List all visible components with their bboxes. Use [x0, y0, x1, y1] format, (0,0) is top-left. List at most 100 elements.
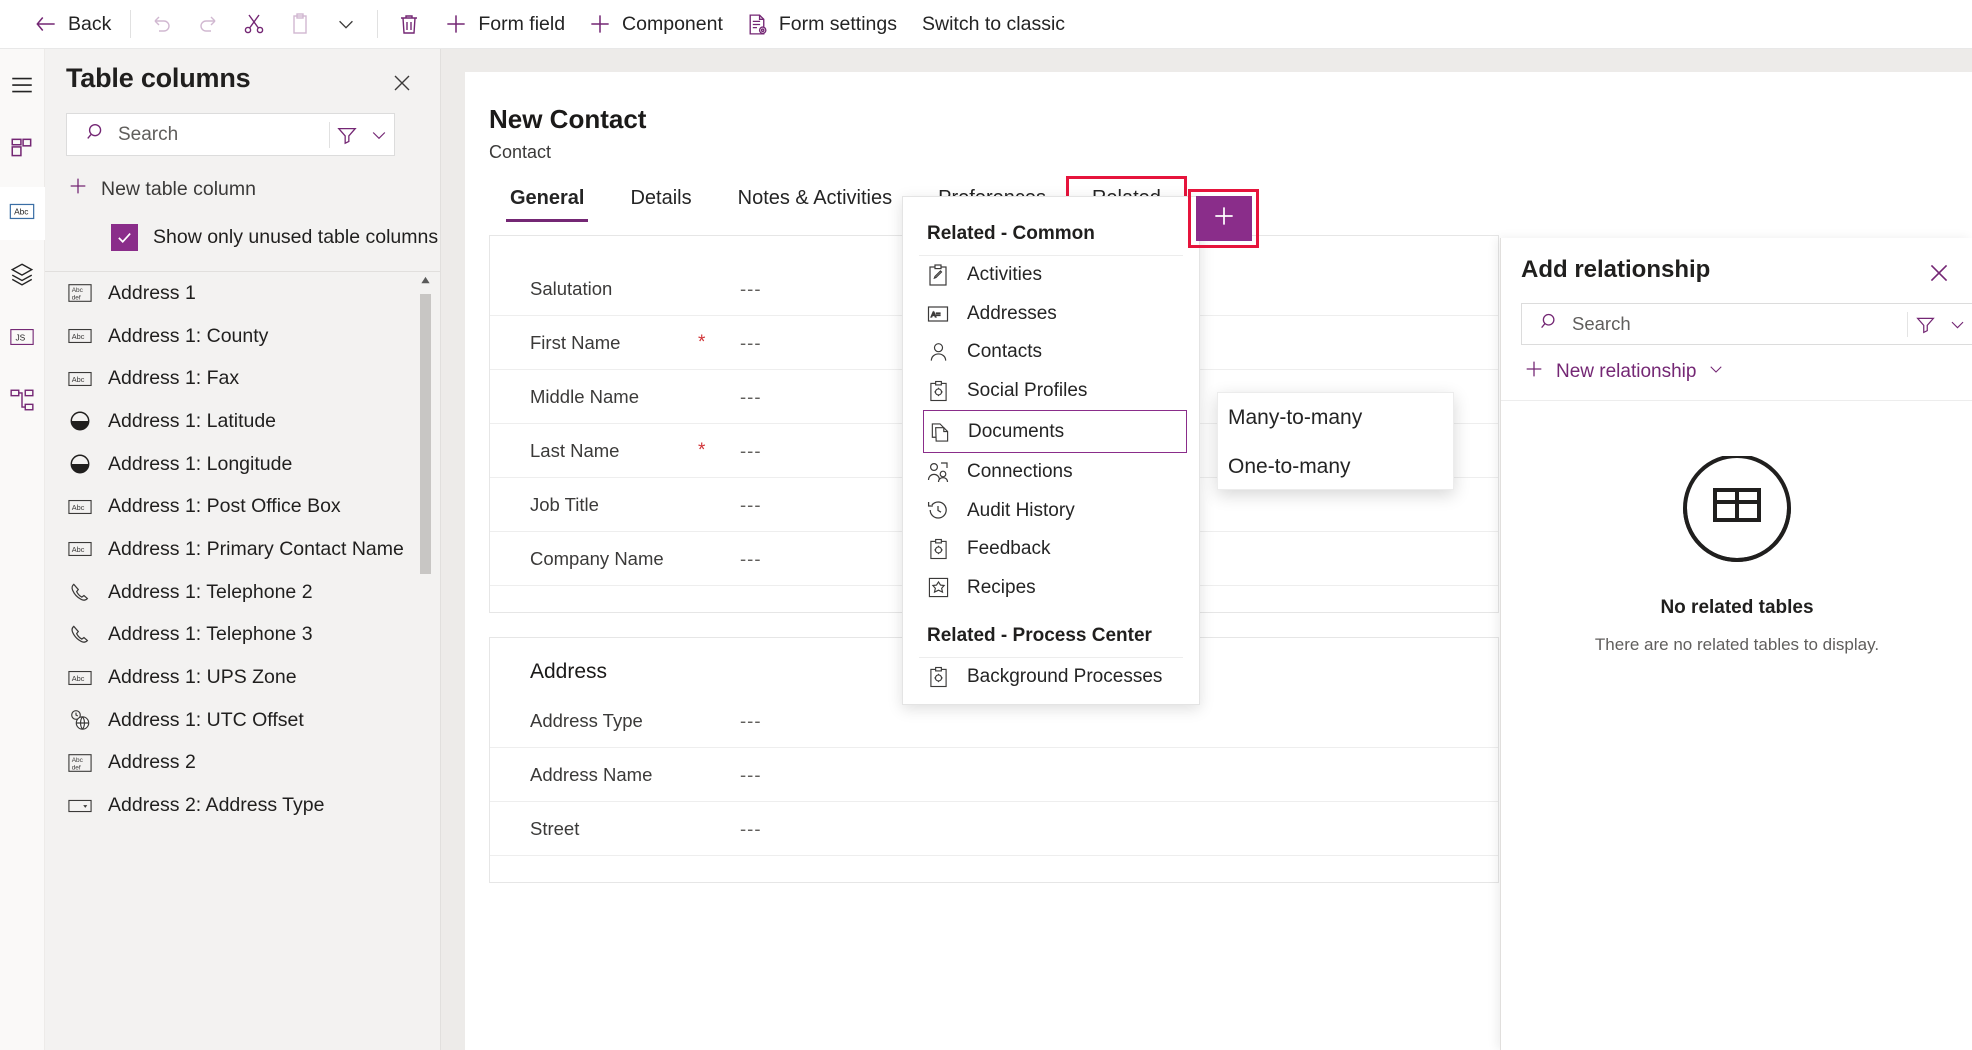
- filter-icon[interactable]: [330, 124, 364, 146]
- filter-icon[interactable]: [1908, 314, 1942, 335]
- related-menu-item-documents[interactable]: Documents: [923, 410, 1187, 453]
- form-field-button[interactable]: Form field: [432, 4, 576, 44]
- related-menu-item-label: Feedback: [967, 538, 1051, 560]
- related-menu-item-label: Connections: [967, 461, 1073, 483]
- table-column-row[interactable]: Address 1: UTC Offset: [45, 699, 441, 742]
- rail-item-layers[interactable]: [0, 250, 45, 303]
- form-field-row[interactable]: Address Name ---: [490, 748, 1498, 802]
- table-column-row[interactable]: Address 1: Telephone 3: [45, 614, 441, 657]
- table-column-label: Address 1: Telephone 3: [108, 623, 313, 646]
- recipe-icon: [927, 577, 949, 598]
- form-settings-icon: [745, 12, 770, 37]
- rail-item-table-columns[interactable]: Abc: [0, 187, 45, 240]
- caret-up-icon[interactable]: [417, 272, 434, 289]
- rail-item-tree-view[interactable]: [0, 376, 45, 429]
- table-column-row[interactable]: Abc Address 1: UPS Zone: [45, 656, 441, 699]
- new-table-column-button[interactable]: New table column: [67, 175, 256, 203]
- undo-button[interactable]: [139, 4, 185, 44]
- table-column-row[interactable]: Address 1: Latitude: [45, 400, 441, 443]
- plus-icon: [1523, 358, 1545, 386]
- table-columns-scrollbar[interactable]: [417, 272, 434, 612]
- form-field-label: Company Name: [530, 547, 664, 569]
- relationship-search[interactable]: Search: [1521, 303, 1972, 345]
- table-column-label: Address 1: [108, 281, 196, 304]
- multiline-text-icon: Abc def: [67, 753, 93, 773]
- related-menu-item-background-processes[interactable]: Background Processes: [903, 658, 1199, 697]
- table-columns-list[interactable]: Abc def Address 1 Abc Address 1: County Abc Ad…: [45, 272, 441, 1050]
- paste-button[interactable]: [277, 4, 323, 44]
- svg-text:def: def: [72, 764, 81, 771]
- related-menu-item-recipes[interactable]: Recipes: [903, 569, 1199, 608]
- table-column-row[interactable]: Address 1: Telephone 2: [45, 571, 441, 614]
- rail-item-components[interactable]: [0, 124, 45, 177]
- related-menu-item-addresses[interactable]: A= Addresses: [903, 295, 1199, 334]
- text-icon: Abc: [67, 670, 93, 686]
- redo-button[interactable]: [185, 4, 231, 44]
- table-column-row[interactable]: Abc Address 1: Post Office Box: [45, 485, 441, 528]
- svg-text:Abc: Abc: [14, 207, 28, 217]
- chevron-down-icon[interactable]: [364, 125, 394, 145]
- chevron-down-icon[interactable]: [1942, 315, 1972, 334]
- table-column-row[interactable]: Address 1: Longitude: [45, 443, 441, 486]
- form-field-row[interactable]: Street ---: [490, 802, 1498, 856]
- show-unused-checkbox[interactable]: Show only unused table columns: [111, 224, 438, 251]
- relationship-type-many-to-many[interactable]: Many-to-many: [1218, 393, 1453, 442]
- form-field-value: ---: [740, 763, 762, 785]
- undo-icon: [150, 12, 174, 36]
- tab-notes-activities[interactable]: Notes & Activities: [715, 179, 916, 222]
- table-column-row[interactable]: Abc Address 1: Primary Contact Name: [45, 528, 441, 571]
- plus-icon: [67, 175, 89, 203]
- relationship-type-one-to-many[interactable]: One-to-many: [1218, 442, 1453, 491]
- rail-item-javascript[interactable]: JS: [0, 313, 45, 366]
- table-column-row[interactable]: Address 2: Address Type: [45, 784, 441, 827]
- related-menu-item-social-profiles[interactable]: Social Profiles: [903, 372, 1199, 411]
- related-menu-item-contacts[interactable]: Contacts: [903, 333, 1199, 372]
- close-relationship-panel-button[interactable]: [1922, 258, 1956, 292]
- scrollbar-thumb[interactable]: [420, 294, 431, 574]
- form-field-label: Street: [530, 817, 580, 839]
- component-button[interactable]: Component: [576, 4, 734, 44]
- table-column-row[interactable]: Abc Address 1: Fax: [45, 357, 441, 400]
- related-menu-item-label: Activities: [967, 264, 1042, 286]
- new-relationship-button[interactable]: New relationship: [1523, 358, 1725, 386]
- table-column-label: Address 1: UPS Zone: [108, 666, 297, 689]
- related-common-header: Related - Common: [927, 223, 1095, 244]
- svg-text:Abc: Abc: [72, 546, 85, 555]
- switch-to-classic-button[interactable]: Switch to classic: [908, 4, 1079, 44]
- person-icon: [927, 341, 949, 363]
- people-icon: [927, 461, 949, 483]
- hamburger-menu-icon: [9, 72, 35, 103]
- related-menu-item-feedback[interactable]: Feedback: [903, 530, 1199, 569]
- back-button[interactable]: Back: [22, 4, 122, 44]
- form-field-value: ---: [740, 277, 762, 299]
- form-field-label: Job Title: [530, 493, 599, 515]
- table-column-row[interactable]: Abc def Address 1: [45, 272, 441, 315]
- svg-text:def: def: [72, 295, 81, 302]
- related-menu-item-label: Social Profiles: [967, 379, 1088, 401]
- table-column-row[interactable]: Abc Address 1: County: [45, 315, 441, 358]
- cut-button[interactable]: [231, 4, 277, 44]
- related-menu-item-connections[interactable]: Connections: [903, 453, 1199, 492]
- tab-details[interactable]: Details: [607, 179, 714, 222]
- related-menu-item-activities[interactable]: Activities: [903, 256, 1199, 295]
- close-icon: [1926, 260, 1952, 291]
- address-card-icon: A=: [927, 305, 949, 323]
- tab-general[interactable]: General: [487, 179, 607, 222]
- table-column-row[interactable]: Abc def Address 2: [45, 742, 441, 785]
- related-menu-item-audit-history[interactable]: Audit History: [903, 492, 1199, 531]
- related-menu-item-label: Contacts: [967, 341, 1042, 363]
- related-process-center-items: Background Processes: [903, 658, 1199, 697]
- related-menu-item-label: Background Processes: [967, 666, 1163, 688]
- delete-button[interactable]: [386, 4, 432, 44]
- table-columns-search[interactable]: Search: [66, 113, 395, 156]
- documents-icon: [928, 421, 950, 443]
- command-bar: Back Form field Component Form settings …: [0, 0, 1972, 49]
- form-settings-button[interactable]: Form settings: [734, 4, 908, 44]
- form-field-value: ---: [740, 817, 762, 839]
- form-settings-label: Form settings: [778, 12, 897, 35]
- activity-icon: [927, 264, 949, 286]
- rail-item-menu[interactable]: [0, 61, 45, 114]
- overflow-button[interactable]: [323, 4, 369, 44]
- close-panel-button[interactable]: [386, 69, 418, 101]
